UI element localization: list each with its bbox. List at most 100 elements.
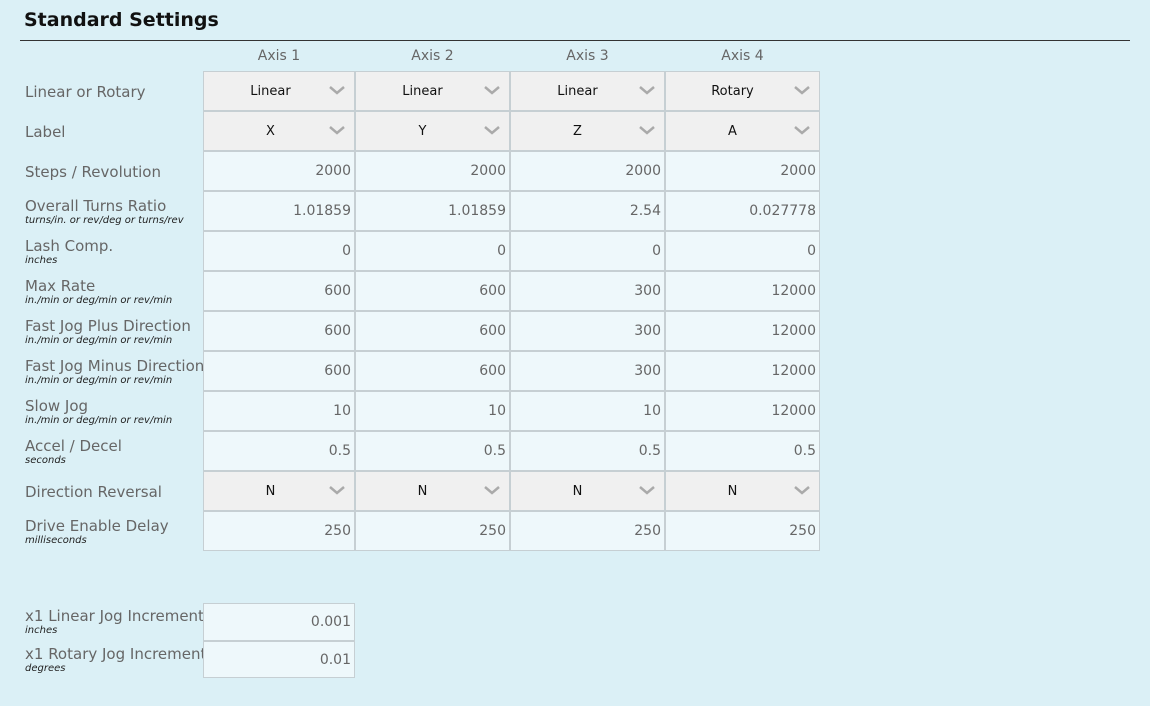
setting-unit: inches (25, 255, 58, 266)
chevron-down-icon (639, 86, 655, 95)
dropdown-linear-or-rotary-axis-4[interactable]: Rotary (665, 71, 820, 111)
input-overall-turns-ratio-axis-1[interactable]: 1.01859 (203, 191, 355, 231)
input-accel-decel-axis-3[interactable]: 0.5 (510, 431, 665, 471)
setting-label: Accel / Decel (25, 437, 122, 455)
dropdown-value: Linear (402, 84, 443, 99)
row-label-6: Fast Jog Plus Direction in./min or deg/mi… (25, 318, 205, 347)
setting-label: Overall Turns Ratio (25, 197, 167, 215)
input-drive-enable-delay-axis-3[interactable]: 250 (510, 511, 665, 551)
dropdown-direction-reversal-axis-2[interactable]: N (355, 471, 510, 511)
dropdown-value: Linear (250, 84, 291, 99)
input-steps-revolution-axis-3[interactable]: 2000 (510, 151, 665, 191)
input-x1-rotary-jog-increment[interactable]: 0.01 (203, 641, 355, 678)
chevron-down-icon (484, 126, 500, 135)
input-x1-linear-jog-increment[interactable]: 0.001 (203, 603, 355, 641)
input-slow-jog-axis-2[interactable]: 10 (355, 391, 510, 431)
dropdown-linear-or-rotary-axis-3[interactable]: Linear (510, 71, 665, 111)
input-fast-jog-plus-direction-axis-1[interactable]: 600 (203, 311, 355, 351)
row-label-0: Linear or Rotary (25, 84, 205, 101)
dropdown-linear-or-rotary-axis-1[interactable]: Linear (203, 71, 355, 111)
dropdown-direction-reversal-axis-4[interactable]: N (665, 471, 820, 511)
axis-header-3: Axis 3 (566, 48, 609, 64)
input-steps-revolution-axis-2[interactable]: 2000 (355, 151, 510, 191)
dropdown-label-axis-2[interactable]: Y (355, 111, 510, 151)
dropdown-value: N (727, 484, 738, 499)
chevron-down-icon (329, 486, 345, 495)
dropdown-linear-or-rotary-axis-2[interactable]: Linear (355, 71, 510, 111)
input-fast-jog-minus-direction-axis-3[interactable]: 300 (510, 351, 665, 391)
chevron-down-icon (329, 126, 345, 135)
setting-unit: degrees (25, 663, 66, 674)
input-accel-decel-axis-1[interactable]: 0.5 (203, 431, 355, 471)
input-steps-revolution-axis-4[interactable]: 2000 (665, 151, 820, 191)
input-lash-comp--axis-1[interactable]: 0 (203, 231, 355, 271)
input-fast-jog-plus-direction-axis-4[interactable]: 12000 (665, 311, 820, 351)
input-fast-jog-plus-direction-axis-3[interactable]: 300 (510, 311, 665, 351)
setting-label: Max Rate (25, 277, 96, 295)
setting-unit: seconds (25, 455, 66, 466)
input-drive-enable-delay-axis-4[interactable]: 250 (665, 511, 820, 551)
input-max-rate-axis-1[interactable]: 600 (203, 271, 355, 311)
chevron-down-icon (484, 86, 500, 95)
input-overall-turns-ratio-axis-2[interactable]: 1.01859 (355, 191, 510, 231)
chevron-down-icon (794, 486, 810, 495)
input-fast-jog-plus-direction-axis-2[interactable]: 600 (355, 311, 510, 351)
axis-header-4: Axis 4 (721, 48, 764, 64)
dropdown-value: N (417, 484, 428, 499)
chevron-down-icon (329, 86, 345, 95)
setting-unit: turns/in. or rev/deg or turns/rev (25, 215, 184, 226)
input-max-rate-axis-4[interactable]: 12000 (665, 271, 820, 311)
setting-label: Linear or Rotary (25, 83, 146, 101)
setting-label: Fast Jog Plus Direction (25, 317, 191, 335)
dropdown-direction-reversal-axis-3[interactable]: N (510, 471, 665, 511)
setting-unit: in./min or deg/min or rev/min (25, 375, 173, 386)
input-fast-jog-minus-direction-axis-2[interactable]: 600 (355, 351, 510, 391)
dropdown-value: Y (418, 124, 427, 139)
input-accel-decel-axis-2[interactable]: 0.5 (355, 431, 510, 471)
dropdown-value: N (572, 484, 583, 499)
input-lash-comp--axis-4[interactable]: 0 (665, 231, 820, 271)
row-label-11: Drive Enable Delay milliseconds (25, 518, 205, 547)
setting-unit: in./min or deg/min or rev/min (25, 295, 173, 306)
setting-label: x1 Rotary Jog Increment (25, 645, 207, 663)
input-steps-revolution-axis-1[interactable]: 2000 (203, 151, 355, 191)
input-slow-jog-axis-3[interactable]: 10 (510, 391, 665, 431)
input-slow-jog-axis-4[interactable]: 12000 (665, 391, 820, 431)
input-max-rate-axis-2[interactable]: 600 (355, 271, 510, 311)
dropdown-value: X (266, 124, 275, 139)
setting-unit: inches (25, 625, 58, 636)
input-drive-enable-delay-axis-1[interactable]: 250 (203, 511, 355, 551)
setting-label: Steps / Revolution (25, 163, 161, 181)
input-slow-jog-axis-1[interactable]: 10 (203, 391, 355, 431)
input-max-rate-axis-3[interactable]: 300 (510, 271, 665, 311)
input-lash-comp--axis-2[interactable]: 0 (355, 231, 510, 271)
axis-header-1: Axis 1 (257, 48, 301, 64)
input-overall-turns-ratio-axis-4[interactable]: 0.027778 (665, 191, 820, 231)
page-title: Standard Settings (24, 9, 219, 31)
chevron-down-icon (639, 486, 655, 495)
setting-label: Lash Comp. (25, 237, 114, 255)
row-label-10: Direction Reversal (25, 484, 205, 501)
dropdown-label-axis-4[interactable]: A (665, 111, 820, 151)
chevron-down-icon (794, 126, 810, 135)
setting-label: Label (25, 123, 66, 141)
dropdown-value: Z (573, 124, 582, 139)
setting-label: x1 Linear Jog Increment (25, 607, 204, 625)
row-label-jog-0: x1 Linear Jog Increment inches (25, 608, 205, 637)
input-drive-enable-delay-axis-2[interactable]: 250 (355, 511, 510, 551)
input-fast-jog-minus-direction-axis-4[interactable]: 12000 (665, 351, 820, 391)
input-overall-turns-ratio-axis-3[interactable]: 2.54 (510, 191, 665, 231)
input-lash-comp--axis-3[interactable]: 0 (510, 231, 665, 271)
dropdown-value: N (265, 484, 276, 499)
dropdown-value: A (728, 124, 737, 139)
input-accel-decel-axis-4[interactable]: 0.5 (665, 431, 820, 471)
title-divider (20, 40, 1130, 41)
dropdown-direction-reversal-axis-1[interactable]: N (203, 471, 355, 511)
setting-unit: milliseconds (25, 535, 87, 546)
dropdown-label-axis-3[interactable]: Z (510, 111, 665, 151)
dropdown-label-axis-1[interactable]: X (203, 111, 355, 151)
input-fast-jog-minus-direction-axis-1[interactable]: 600 (203, 351, 355, 391)
setting-label: Drive Enable Delay (25, 517, 169, 535)
row-label-1: Label (25, 124, 205, 141)
dropdown-value: Linear (557, 84, 598, 99)
